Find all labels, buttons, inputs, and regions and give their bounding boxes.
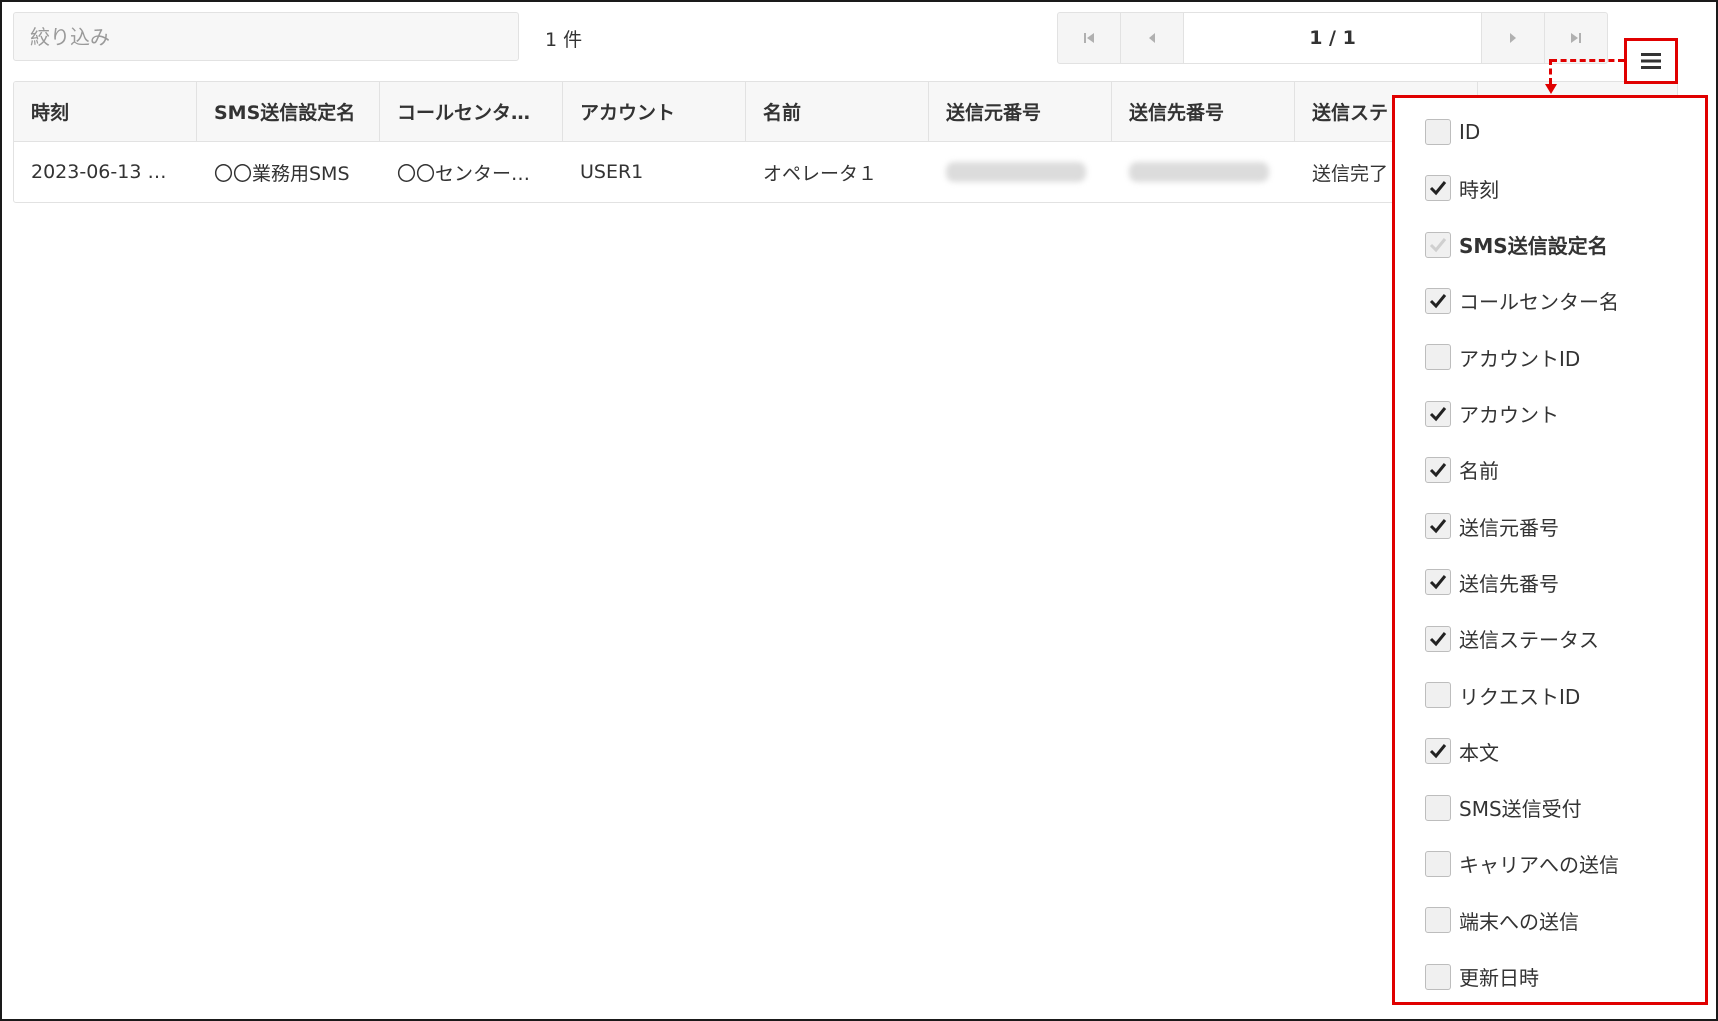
checked-checkbox-icon[interactable]: [1425, 456, 1451, 483]
column-header-to-number[interactable]: 送信先番号: [1112, 82, 1295, 141]
checked-checkbox-icon[interactable]: [1425, 400, 1451, 427]
unchecked-checkbox-icon[interactable]: [1425, 682, 1451, 708]
column-option[interactable]: ID: [1425, 116, 1480, 148]
column-option-label: キャリアへの送信: [1459, 853, 1619, 878]
checked-checkbox-icon[interactable]: [1425, 513, 1451, 540]
filter-input[interactable]: [13, 12, 519, 61]
page-indicator: 1 / 1: [1184, 13, 1481, 63]
result-count: 1 件: [545, 29, 583, 51]
column-option-label: アカウントID: [1459, 346, 1581, 371]
column-option-label: 本文: [1459, 740, 1499, 765]
column-option-label: 端末への送信: [1459, 909, 1579, 934]
column-option-label: ID: [1459, 120, 1481, 144]
column-chooser-dropdown: ID 時刻 SMS送信設定名 コールセンター名 アカウントID アカウント名前送信元番号送…: [1392, 95, 1708, 1005]
column-option[interactable]: アカウントID: [1425, 341, 1580, 373]
annotation-connector: [1549, 59, 1552, 84]
cell-sms-setting: 〇〇業務用SMS: [214, 162, 350, 185]
checked-checkbox-icon[interactable]: [1425, 625, 1451, 652]
column-option[interactable]: コールセンター名: [1425, 285, 1619, 317]
column-header-time[interactable]: 時刻: [14, 82, 197, 141]
cell-from-number: [929, 142, 1112, 202]
next-page-icon: [1510, 33, 1516, 43]
checked-checkbox-icon[interactable]: [1425, 569, 1451, 596]
unchecked-checkbox-icon[interactable]: [1425, 794, 1451, 821]
cell-name: オペレータ１: [763, 162, 878, 185]
column-option[interactable]: SMS送信設定名: [1425, 229, 1608, 261]
column-header-sms-setting[interactable]: SMS送信設定名: [197, 82, 380, 141]
first-page-icon: [1084, 33, 1094, 43]
unchecked-checkbox-icon[interactable]: [1425, 907, 1451, 934]
column-option-label: SMS送信受付: [1459, 797, 1582, 822]
prev-page-icon: [1149, 33, 1155, 43]
column-option-label: 名前: [1459, 459, 1499, 484]
cell-account: USER1: [580, 161, 644, 183]
column-option[interactable]: 端末への送信: [1425, 904, 1579, 936]
column-option-label: コールセンター名: [1459, 290, 1619, 315]
column-option[interactable]: キャリアへの送信: [1425, 848, 1619, 880]
column-option[interactable]: アカウント: [1425, 398, 1559, 430]
column-option[interactable]: 送信ステータス: [1425, 623, 1599, 655]
annotation-connector: [1551, 59, 1624, 62]
redacted-value: [946, 162, 1086, 182]
last-page-icon: [1571, 33, 1581, 43]
redacted-value: [1129, 162, 1269, 182]
column-header-from-number[interactable]: 送信元番号: [929, 82, 1112, 141]
cell-to-number: [1112, 142, 1295, 202]
column-option[interactable]: 送信先番号: [1425, 566, 1559, 598]
column-header-account[interactable]: アカウント: [563, 82, 746, 141]
last-page-button[interactable]: [1544, 13, 1607, 63]
checked-checkbox-icon[interactable]: [1425, 287, 1451, 314]
column-option[interactable]: 更新日時: [1425, 961, 1539, 993]
column-option[interactable]: 本文: [1425, 735, 1499, 767]
checked-checkbox-icon[interactable]: [1425, 175, 1451, 202]
column-option-label: リクエストID: [1459, 684, 1581, 709]
column-option[interactable]: SMS送信受付: [1425, 792, 1582, 824]
column-option[interactable]: リクエストID: [1425, 679, 1580, 711]
unchecked-checkbox-icon[interactable]: [1425, 344, 1451, 371]
column-header-name[interactable]: 名前: [746, 82, 929, 141]
first-page-button[interactable]: [1058, 13, 1121, 63]
unchecked-checkbox-icon[interactable]: [1425, 850, 1451, 877]
column-option-label: 更新日時: [1459, 966, 1539, 990]
column-option-label: 送信元番号: [1459, 515, 1559, 540]
unchecked-checkbox-icon[interactable]: [1425, 119, 1451, 145]
cell-time: 2023-06-13 …: [31, 161, 167, 183]
column-option-label: SMS送信設定名: [1459, 234, 1608, 259]
annotation-arrow: [1545, 84, 1557, 94]
column-option-label: 送信ステータス: [1459, 628, 1599, 653]
column-header-call-center[interactable]: コールセンタ…: [380, 82, 563, 141]
checked-checkbox-icon: [1425, 231, 1451, 258]
unchecked-checkbox-icon[interactable]: [1425, 963, 1451, 990]
column-option[interactable]: 名前: [1425, 454, 1499, 486]
column-option[interactable]: 時刻: [1425, 172, 1499, 204]
checked-checkbox-icon[interactable]: [1425, 738, 1451, 765]
column-option-label: 送信先番号: [1459, 571, 1559, 596]
pagination: 1 / 1: [1057, 12, 1608, 64]
next-page-button[interactable]: [1481, 13, 1544, 63]
hamburger-icon: [1641, 53, 1661, 69]
column-option-label: 時刻: [1459, 177, 1499, 202]
cell-call-center: 〇〇センター…: [397, 162, 531, 185]
column-menu-button[interactable]: [1624, 38, 1678, 84]
column-option-label: アカウント: [1459, 403, 1559, 427]
prev-page-button[interactable]: [1121, 13, 1184, 63]
column-option[interactable]: 送信元番号: [1425, 510, 1559, 542]
